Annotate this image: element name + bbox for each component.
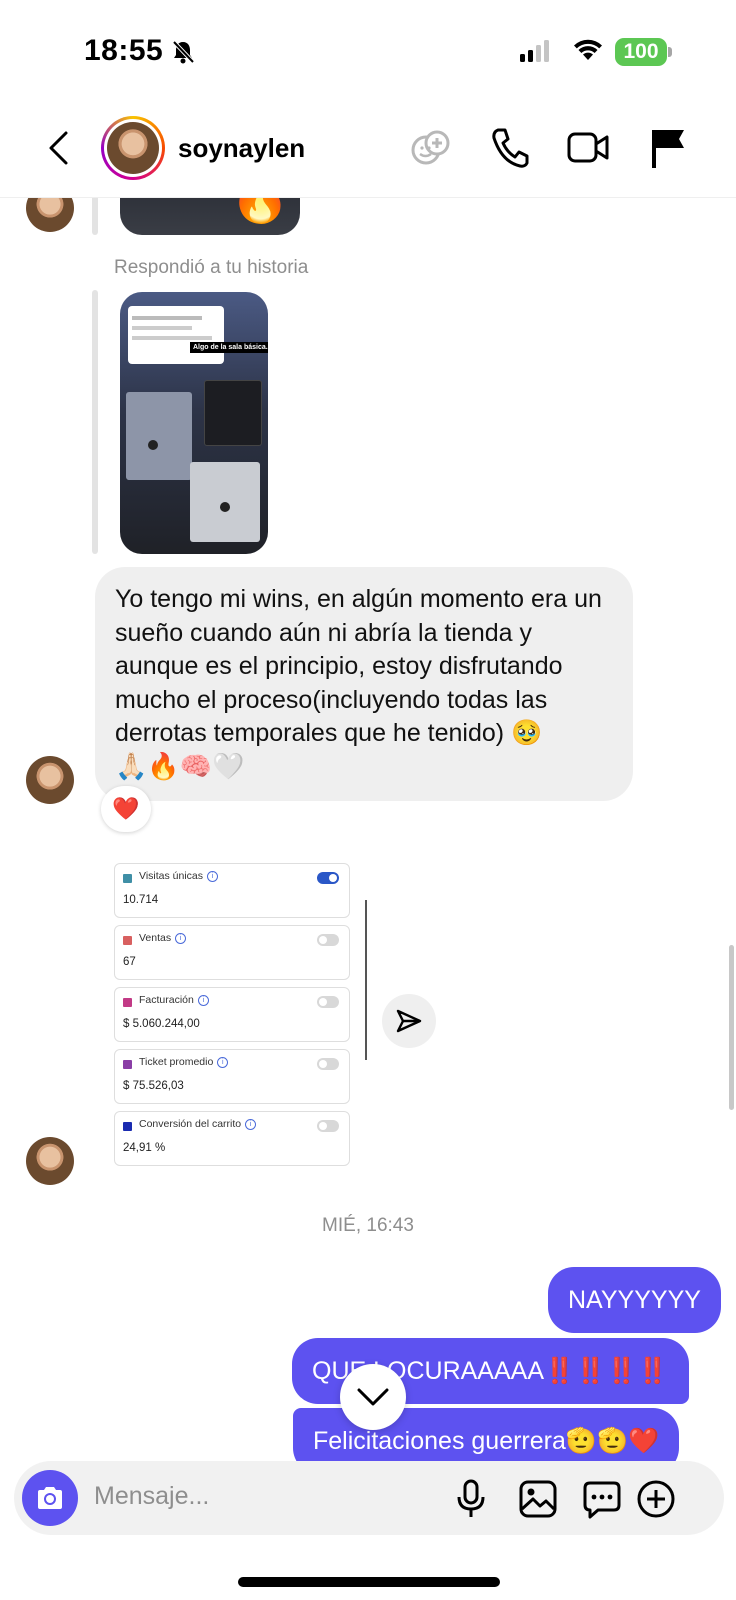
chevron-down-icon (357, 1388, 389, 1406)
battery-nub (668, 47, 672, 57)
avatar (26, 1137, 74, 1185)
stat-card: Ventas i 67 (114, 925, 350, 980)
stat-color-swatch (123, 936, 132, 945)
stat-card: Visitas únicas i 10.714 (114, 863, 350, 918)
stat-card: Ticket promedio i $ 75.526,03 (114, 1049, 350, 1104)
chat-username[interactable]: soynaylen (178, 133, 305, 164)
stat-value: 10.714 (123, 894, 159, 906)
scrollbar[interactable] (729, 945, 734, 1110)
shared-image-stats[interactable]: Visitas únicas i 10.714 Ventas i 67 Facturació… (104, 855, 360, 1175)
send-arrow-icon (396, 1009, 422, 1033)
message-input[interactable]: Mensaje... (94, 1482, 209, 1511)
stat-toggle (317, 996, 339, 1008)
info-icon: i (175, 933, 187, 944)
stat-label: Conversión del carrito i (139, 1118, 257, 1130)
stat-toggle (317, 934, 339, 946)
status-bar: 18:55 100 (0, 0, 736, 100)
gallery-icon[interactable] (518, 1479, 558, 1519)
stat-value: $ 75.526,03 (123, 1080, 184, 1092)
reply-line (92, 290, 98, 554)
stat-value: 24,91 % (123, 1142, 166, 1154)
back-chevron-icon[interactable] (46, 130, 70, 166)
stat-color-swatch (123, 998, 132, 1007)
stat-color-swatch (123, 874, 132, 883)
share-button[interactable] (382, 994, 436, 1048)
outgoing-message-bubble[interactable]: NAYYYYYY (548, 1267, 721, 1333)
stat-toggle (317, 1058, 339, 1070)
stat-card: Conversión del carrito i 24,91 % (114, 1111, 350, 1166)
stat-toggle (317, 872, 339, 884)
reply-label: Respondió a tu historia (114, 257, 309, 278)
stat-color-swatch (123, 1122, 132, 1131)
stat-value: 67 (123, 956, 136, 968)
outgoing-message-text: Felicitaciones guerrera🫡🫡❤️ (313, 1426, 660, 1455)
story-thumbnail[interactable]: Algo de la sala básica... (120, 292, 268, 554)
phone-icon[interactable] (490, 126, 530, 170)
home-indicator (238, 1577, 500, 1587)
status-time: 18:55 (84, 34, 164, 67)
info-icon: i (197, 995, 209, 1006)
camera-icon (38, 1487, 62, 1509)
camera-button[interactable] (22, 1470, 78, 1526)
stat-label: Ticket promedio i (139, 1056, 229, 1068)
timestamp: MIÉ, 16:43 (322, 1215, 414, 1236)
stat-label: Ventas i (139, 932, 187, 944)
info-icon: i (207, 871, 219, 882)
battery-indicator: 100 (615, 38, 667, 66)
reaction-badge[interactable]: ❤️ (101, 786, 151, 832)
stat-label: Visitas únicas i (139, 870, 219, 882)
reply-line (92, 195, 98, 235)
wifi-icon (574, 39, 602, 60)
info-icon: i (217, 1057, 229, 1068)
scroll-down-button[interactable] (340, 1364, 406, 1430)
stat-card: Facturación i $ 5.060.244,00 (114, 987, 350, 1042)
plus-circle-icon[interactable] (636, 1479, 676, 1519)
stat-label: Facturación i (139, 994, 209, 1006)
story-overlay-text: Algo de la sala básica... (190, 342, 268, 353)
info-icon: i (245, 1119, 257, 1130)
sticker-icon[interactable] (582, 1479, 622, 1519)
stat-toggle (317, 1120, 339, 1132)
stat-color-swatch (123, 1060, 132, 1069)
flag-icon[interactable] (648, 126, 688, 170)
microphone-icon[interactable] (454, 1479, 488, 1519)
add-people-icon[interactable] (408, 126, 452, 170)
divider (365, 900, 367, 1060)
profile-avatar-story-ring[interactable] (101, 116, 165, 180)
incoming-message-bubble[interactable]: Yo tengo mi wins, en algún momento era u… (95, 567, 633, 801)
signal-icon (520, 40, 549, 62)
message-composer: Mensaje... (14, 1461, 724, 1535)
stat-value: $ 5.060.244,00 (123, 1018, 200, 1030)
avatar (26, 756, 74, 804)
incoming-message-text: Yo tengo mi wins, en algún momento era u… (115, 585, 602, 747)
avatar (107, 122, 159, 174)
bell-off-icon (172, 40, 194, 64)
outgoing-message-text: NAYYYYYY (568, 1285, 701, 1314)
chat-header: soynaylen (0, 100, 736, 198)
incoming-message-emojis: 🙏🏻🔥🧠🤍 (115, 751, 245, 781)
video-icon[interactable] (566, 126, 610, 170)
